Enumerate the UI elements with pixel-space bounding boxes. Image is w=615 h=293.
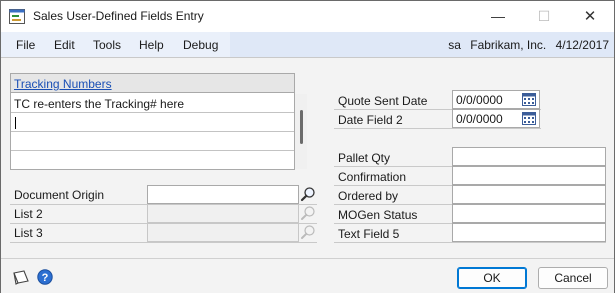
magnifier-icon[interactable] [300, 186, 316, 202]
tracking-numbers-link[interactable]: Tracking Numbers [14, 77, 112, 91]
menu-help[interactable]: Help [139, 38, 164, 52]
list-3-field[interactable] [147, 223, 299, 242]
confirmation-field[interactable] [452, 166, 606, 185]
row-divider [334, 128, 541, 129]
status-user: sa [448, 38, 461, 52]
ordered-by-field[interactable] [452, 185, 606, 204]
document-origin-label: Document Origin [14, 188, 105, 202]
mogen-status-label: MOGen Status [338, 208, 418, 222]
sales-user-defined-fields-window: Sales User-Defined Fields Entry — ☐ ✕ Fi… [0, 0, 615, 293]
mogen-status-field[interactable] [452, 204, 606, 223]
date-field-2-label: Date Field 2 [338, 113, 403, 127]
list-2-field[interactable] [147, 204, 299, 223]
text-cursor [15, 117, 16, 129]
close-button[interactable]: ✕ [567, 1, 613, 32]
scrollbar-thumb[interactable] [300, 110, 303, 144]
pallet-qty-label: Pallet Qty [338, 151, 391, 165]
svg-text:?: ? [42, 272, 49, 284]
help-icon[interactable]: ? [37, 269, 53, 285]
pallet-qty-field[interactable] [452, 147, 606, 166]
tracking-row-4[interactable] [11, 151, 294, 170]
status-date: 4/12/2017 [555, 38, 609, 52]
tracking-row-2[interactable] [11, 113, 294, 132]
calendar-icon[interactable] [522, 93, 536, 106]
lookup-icon[interactable] [300, 205, 316, 221]
tracking-row-3[interactable] [11, 132, 294, 151]
app-window-icon [9, 9, 25, 24]
maximize-button[interactable]: ☐ [521, 1, 567, 32]
tracking-row-text: TC re-enters the Tracking# here [14, 97, 185, 111]
tracking-header: Tracking Numbers [11, 74, 294, 93]
minimize-button[interactable]: — [475, 1, 521, 32]
ok-button[interactable]: OK [457, 267, 527, 289]
text-field-5-field[interactable] [452, 223, 606, 242]
menu-debug[interactable]: Debug [183, 38, 218, 52]
list-3-label: List 3 [14, 226, 43, 240]
row-divider [334, 242, 606, 243]
note-icon[interactable] [12, 269, 30, 285]
tracking-row-1[interactable]: TC re-enters the Tracking# here [11, 94, 294, 113]
lookup-icon[interactable] [300, 224, 316, 240]
quote-sent-date-label: Quote Sent Date [338, 94, 428, 108]
status-company: Fabrikam, Inc. [470, 38, 547, 52]
confirmation-label: Confirmation [338, 170, 407, 184]
text-field-5-label: Text Field 5 [338, 227, 400, 241]
tracking-scrollbar[interactable] [295, 94, 307, 169]
menu-tools[interactable]: Tools [93, 38, 121, 52]
status-info: sa Fabrikam, Inc. 4/12/2017 [442, 38, 609, 52]
menu-edit[interactable]: Edit [54, 38, 75, 52]
row-divider [10, 242, 317, 243]
calendar-icon[interactable] [522, 112, 536, 125]
list-2-label: List 2 [14, 207, 43, 221]
document-origin-field[interactable] [147, 185, 299, 204]
menu-bar: File Edit Tools Help Debug sa Fabrikam, … [1, 32, 614, 57]
title-bar: Sales User-Defined Fields Entry — ☐ ✕ [1, 1, 614, 32]
cancel-button[interactable]: Cancel [538, 267, 608, 289]
tracking-numbers-list: Tracking Numbers TC re-enters the Tracki… [10, 73, 307, 170]
menu-file[interactable]: File [16, 38, 35, 52]
ordered-by-label: Ordered by [338, 189, 399, 203]
window-title: Sales User-Defined Fields Entry [33, 9, 204, 23]
